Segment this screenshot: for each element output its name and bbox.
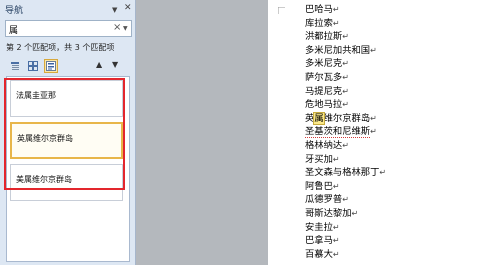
document-page[interactable]: 巴哈马↵ 库拉索↵ 洪都拉斯↵ 多米尼加共和国↵ 多米尼克↵ 萨尔瓦多↵ 马提尼克↵ 危地马拉… bbox=[268, 0, 500, 265]
line-text: 安圭拉 bbox=[305, 221, 333, 233]
document-line[interactable]: 多米尼加共和国↵ bbox=[305, 44, 377, 57]
line-text: 英 bbox=[305, 112, 315, 124]
line-text: 洪都拉斯 bbox=[305, 31, 343, 43]
document-line[interactable]: 多米尼克↵ bbox=[305, 57, 349, 70]
headings-icon bbox=[11, 62, 19, 70]
document-line[interactable]: 圣基茨和尼维斯↵ bbox=[305, 125, 377, 139]
result-item[interactable]: 美属维尔京群岛 bbox=[10, 164, 123, 201]
search-input-value[interactable]: 属 bbox=[9, 23, 18, 36]
document-line[interactable]: 百慕大↵ bbox=[305, 248, 340, 261]
line-text: 萨尔瓦多 bbox=[305, 72, 343, 83]
document-line[interactable]: 哥斯达黎加↵ bbox=[305, 207, 358, 220]
paragraph-mark-icon: ↵ bbox=[332, 236, 340, 246]
line-text: 巴哈马 bbox=[305, 4, 333, 15]
tab-search-results[interactable] bbox=[44, 59, 58, 73]
search-options-dropdown-icon[interactable]: ▼ bbox=[123, 25, 128, 32]
tab-pages[interactable] bbox=[26, 59, 40, 73]
document-line[interactable]: 巴拿马↵ bbox=[305, 234, 340, 247]
paragraph-mark-icon: ↵ bbox=[332, 18, 340, 28]
result-item-text: 法属圭亚那 bbox=[16, 91, 56, 100]
next-result-button[interactable]: ▼ bbox=[112, 60, 118, 69]
paragraph-mark-icon: ↵ bbox=[332, 181, 340, 191]
tab-headings[interactable] bbox=[8, 59, 22, 73]
line-text: 阿鲁巴 bbox=[305, 180, 333, 192]
search-results-icon bbox=[46, 61, 56, 71]
paragraph-mark-icon: ↵ bbox=[351, 209, 359, 218]
previous-result-button[interactable]: ▲ bbox=[96, 60, 102, 69]
line-text: 多米尼克 bbox=[305, 58, 343, 70]
paragraph-mark-icon: ↵ bbox=[370, 113, 377, 123]
search-input[interactable]: 属 × ▼ bbox=[5, 20, 132, 37]
paragraph-mark-icon: ↵ bbox=[370, 45, 377, 55]
document-line[interactable]: 安圭拉↵ bbox=[305, 221, 340, 234]
close-icon[interactable]: ✕ bbox=[124, 2, 132, 14]
line-text: 库拉索 bbox=[305, 17, 333, 29]
document-line[interactable]: 英属维尔京群岛↵ bbox=[305, 111, 377, 125]
line-text: 格林纳达 bbox=[305, 140, 343, 151]
paragraph-mark-icon: ↵ bbox=[342, 32, 349, 42]
line-text: 牙买加 bbox=[305, 153, 333, 165]
result-item-text: 美属维尔京群岛 bbox=[16, 175, 72, 184]
paragraph-mark-icon: ↵ bbox=[342, 86, 349, 96]
navigation-pane: 导航 ▼ ✕ 属 × ▼ 第 2 个匹配项，共 3 个匹配项 ▲ ▼ 法属圭亚那… bbox=[0, 0, 136, 265]
clear-search-icon[interactable]: × bbox=[113, 22, 121, 33]
document-line[interactable]: 巴哈马↵ bbox=[305, 3, 340, 16]
paragraph-mark-icon: ↵ bbox=[370, 127, 377, 137]
paragraph-mark-icon: ↵ bbox=[332, 222, 340, 232]
chevron-down-icon[interactable]: ▼ bbox=[112, 4, 117, 16]
paragraph-mark-icon: ↵ bbox=[332, 5, 340, 14]
line-text: 马提尼克 bbox=[305, 85, 343, 97]
result-item-text: 英属维尔京群岛 bbox=[17, 134, 73, 143]
document-line[interactable]: 阿鲁巴↵ bbox=[305, 180, 340, 193]
search-results-list: 法属圭亚那 英属维尔京群岛 美属维尔京群岛 bbox=[6, 76, 130, 262]
document-line[interactable]: 格林纳达↵ bbox=[305, 139, 349, 152]
paragraph-mark-icon: ↵ bbox=[342, 59, 349, 69]
nav-tabbar: ▲ ▼ bbox=[0, 58, 136, 76]
line-text: 巴拿马 bbox=[305, 235, 333, 247]
thumbnails-icon bbox=[28, 61, 38, 71]
document-line[interactable]: 瓜德罗普↵ bbox=[305, 193, 349, 206]
document-line[interactable]: 圣文森与格林那丁↵ bbox=[305, 166, 386, 179]
paragraph-mark-icon: ↵ bbox=[332, 249, 340, 259]
line-text: 圣基茨和尼维斯 bbox=[305, 126, 371, 139]
paragraph-mark-icon: ↵ bbox=[342, 195, 349, 205]
line-text: 百慕大 bbox=[305, 248, 333, 260]
line-text: 多米尼加共和国 bbox=[305, 44, 371, 56]
document-line[interactable]: 牙买加↵ bbox=[305, 153, 340, 166]
paragraph-mark-icon: ↵ bbox=[332, 154, 340, 164]
search-match-highlight: 属 bbox=[313, 111, 325, 125]
document-line[interactable]: 马提尼克↵ bbox=[305, 85, 349, 98]
paragraph-mark-icon: ↵ bbox=[342, 73, 349, 82]
line-text: 圣文森与格林那丁 bbox=[305, 167, 380, 179]
paragraph-mark-icon: ↵ bbox=[379, 168, 387, 178]
result-item[interactable]: 法属圭亚那 bbox=[10, 80, 123, 117]
line-text: 危地马拉 bbox=[305, 99, 343, 111]
result-item-selected[interactable]: 英属维尔京群岛 bbox=[10, 122, 123, 159]
paragraph-mark-icon: ↵ bbox=[342, 141, 349, 150]
line-text: 哥斯达黎加 bbox=[305, 208, 352, 219]
document-line[interactable]: 库拉索↵ bbox=[305, 17, 340, 30]
line-text: 瓜德罗普 bbox=[305, 194, 343, 206]
nav-title: 导航 bbox=[5, 6, 24, 16]
document-line[interactable]: 危地马拉↵ bbox=[305, 98, 349, 111]
paragraph-mark-icon: ↵ bbox=[342, 100, 349, 110]
page-corner-mark bbox=[278, 7, 285, 14]
nav-header: 导航 ▼ ✕ bbox=[0, 0, 136, 18]
line-text: 维尔京群岛 bbox=[323, 112, 371, 124]
document-line[interactable]: 萨尔瓦多↵ bbox=[305, 71, 349, 84]
document-line[interactable]: 洪都拉斯↵ bbox=[305, 30, 349, 43]
match-count-status: 第 2 个匹配项，共 3 个匹配项 bbox=[6, 43, 115, 52]
